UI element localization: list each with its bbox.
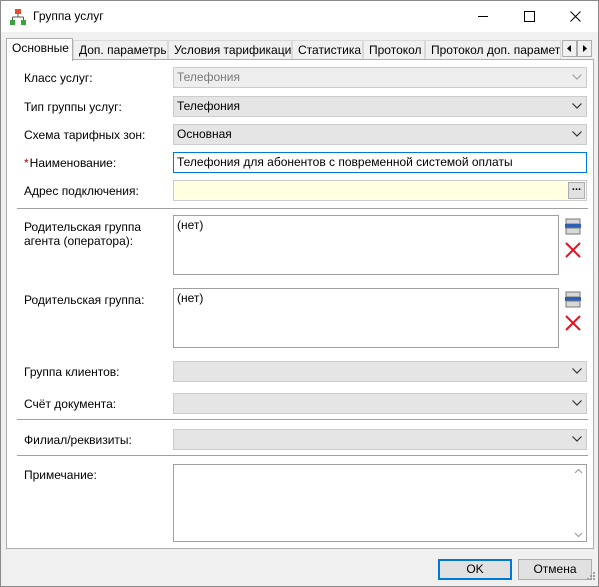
tab-protocol-extra[interactable]: Протокол доп. параметров	[425, 40, 561, 60]
arrow-right-icon	[583, 45, 587, 52]
service-class-value: Телефония	[177, 70, 240, 84]
resize-grip-icon[interactable]	[586, 570, 596, 584]
service-class-label: Класс услуг:	[24, 71, 93, 85]
client-group-label: Группа клиентов:	[24, 365, 120, 379]
select-parent-group-button[interactable]	[564, 291, 582, 309]
select-parent-agent-group-button[interactable]	[564, 218, 582, 236]
separator	[17, 208, 588, 209]
name-input[interactable]: Телефония для абонентов с повременной си…	[173, 152, 587, 173]
chevron-down-icon	[572, 368, 582, 374]
parent-group-list[interactable]: (нет)	[173, 288, 559, 348]
client-group-combo[interactable]	[173, 361, 587, 382]
tab-protocol[interactable]: Протокол	[363, 40, 425, 60]
title-bar[interactable]: Группа услуг	[1, 1, 598, 32]
separator	[17, 419, 588, 420]
parent-agent-group-list[interactable]: (нет)	[173, 215, 559, 275]
hierarchy-app-icon	[9, 8, 27, 26]
chevron-down-icon	[572, 436, 582, 442]
ok-button[interactable]: OK	[438, 559, 512, 580]
dialog-window: Группа услуг Основные Доп. параметры Усл…	[0, 0, 599, 587]
tariff-zone-scheme-combo[interactable]: Основная	[173, 124, 587, 145]
scroll-down-icon	[574, 532, 583, 538]
maximize-button[interactable]	[506, 1, 552, 31]
connection-address-input[interactable]: ...	[173, 180, 587, 201]
parent-group-value: (нет)	[177, 291, 204, 305]
clear-parent-group-button[interactable]	[564, 314, 582, 332]
delete-x-icon	[565, 242, 581, 258]
tab-scroll-right-button[interactable]	[577, 40, 592, 57]
chevron-down-icon	[572, 400, 582, 406]
clear-parent-agent-group-button[interactable]	[564, 241, 582, 259]
close-button[interactable]	[552, 1, 598, 31]
branch-details-label: Филиал/реквизиты:	[24, 433, 132, 447]
parent-group-label: Родительская группа:	[24, 293, 145, 307]
tab-panel-main: Класс услуг: Телефония Тип группы услуг:…	[6, 59, 594, 549]
arrow-left-icon	[567, 45, 571, 52]
group-type-value: Телефония	[177, 99, 240, 113]
parent-agent-group-label: Родительская группа агента (оператора):	[24, 220, 142, 248]
tab-tariff-conditions[interactable]: Условия тарификации	[168, 40, 292, 60]
note-textarea[interactable]	[173, 464, 587, 542]
chevron-down-icon	[572, 103, 582, 109]
tariff-zone-scheme-label: Схема тарифных зон:	[24, 128, 146, 142]
window-title: Группа услуг	[33, 9, 104, 23]
parent-agent-group-value: (нет)	[177, 218, 204, 232]
tab-scroll-left-button[interactable]	[562, 40, 577, 57]
required-mark: *	[24, 156, 29, 170]
tab-main[interactable]: Основные	[6, 38, 73, 61]
tab-extra-params[interactable]: Доп. параметры	[73, 40, 168, 60]
branch-details-combo[interactable]	[173, 429, 587, 450]
minimize-button[interactable]	[460, 1, 506, 31]
separator	[17, 455, 588, 456]
tab-statistics[interactable]: Статистика	[292, 40, 363, 60]
note-label: Примечание:	[24, 468, 97, 482]
select-list-icon	[565, 291, 581, 308]
note-scrollbar[interactable]	[571, 465, 586, 541]
scroll-up-icon	[574, 468, 583, 474]
chevron-down-icon	[572, 74, 582, 80]
close-icon	[569, 10, 581, 22]
group-type-label: Тип группы услуг:	[24, 100, 122, 114]
delete-x-icon	[565, 315, 581, 331]
select-list-icon	[565, 218, 581, 235]
service-class-combo: Телефония	[173, 67, 587, 88]
tariff-zone-scheme-value: Основная	[177, 127, 232, 141]
name-label: *Наименование:	[24, 156, 116, 170]
document-account-combo[interactable]	[173, 393, 587, 414]
cancel-button[interactable]: Отмена	[518, 559, 592, 580]
group-type-combo[interactable]: Телефония	[173, 96, 587, 117]
connection-address-label: Адрес подключения:	[24, 184, 139, 198]
chevron-down-icon	[572, 131, 582, 137]
document-account-label: Счёт документа:	[24, 397, 117, 411]
name-label-text: Наименование:	[29, 156, 117, 170]
browse-button[interactable]: ...	[568, 182, 585, 199]
tab-strip: Основные Доп. параметры Условия тарифика…	[6, 38, 596, 61]
